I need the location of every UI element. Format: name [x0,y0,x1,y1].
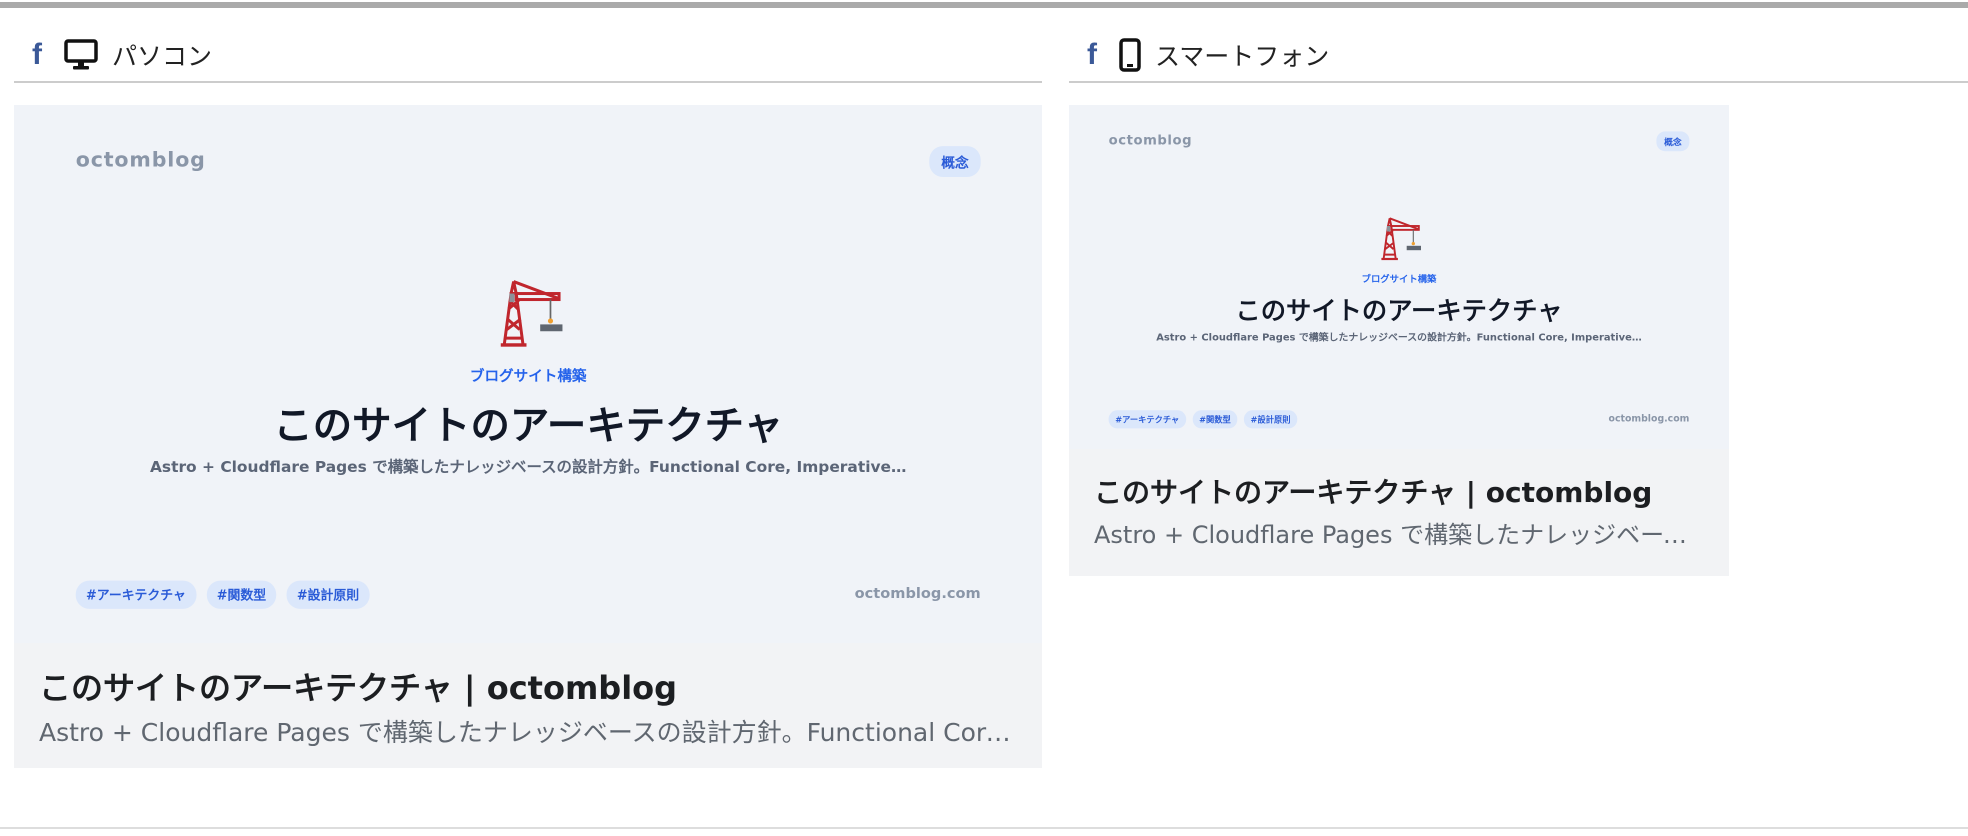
preview-meta: このサイトのアーキテクチャ | octomblog Astro + Cloudf… [1069,449,1729,550]
section-header: f パソコン [14,28,1042,83]
monitor-icon [64,38,98,69]
og-domain: octomblog.com [1608,413,1690,424]
smartphone-icon [1119,37,1141,72]
og-title: このサイトのアーキテクチャ [1235,295,1563,326]
facebook-icon: f [1087,37,1097,71]
top-divider [0,2,1968,8]
link-preview-card[interactable]: octomblog 概念 ブログサイト構築 このサイトのアーキテクチャ Astr… [14,105,1042,768]
og-tag: #関数型 [1192,410,1238,429]
og-tag: #設計原則 [286,580,370,609]
og-tag: #アーキテクチャ [1108,410,1186,429]
facebook-icon: f [32,37,42,71]
construction-crane-icon [1381,217,1421,261]
section-title: パソコン [112,41,213,71]
construction-crane-icon [500,280,563,347]
smartphone-preview-section: f スマートフォン octomblog 概念 ブログサイト構築 このサイトのアー… [1069,28,1968,576]
og-badge: 概念 [1656,131,1690,152]
preview-title: このサイトのアーキテクチャ | octomblog [1094,476,1653,509]
section-header: f スマートフォン [1069,28,1968,83]
og-image: octomblog 概念 ブログサイト構築 このサイトのアーキテクチャ Astr… [14,105,1042,643]
preview-title: このサイトのアーキテクチャ | octomblog [39,669,678,707]
section-title: スマートフォン [1155,41,1330,71]
og-domain: octomblog.com [854,584,981,603]
og-brand: octomblog [75,147,206,172]
og-description: Astro + Cloudflare Pages で構築したナレッジベースの設計… [1156,331,1642,344]
og-tag: #アーキテクチャ [75,580,197,609]
preview-description: Astro + Cloudflare Pages で構築したナレッジベースの設計… [39,718,1017,747]
desktop-preview-section: f パソコン octomblog 概念 ブログサイト構築 このサイトのアーキテク… [14,28,1042,768]
og-tags: #アーキテクチャ #関数型 #設計原則 [1108,410,1298,429]
og-title: このサイトのアーキテクチャ [273,402,784,449]
preview-meta: このサイトのアーキテクチャ | octomblog Astro + Cloudf… [14,643,1042,749]
og-category: ブログサイト構築 [1361,273,1437,285]
og-tag: #設計原則 [1243,410,1298,429]
link-preview-card[interactable]: octomblog 概念 ブログサイト構築 このサイトのアーキテクチャ Astr… [1069,105,1729,576]
og-description: Astro + Cloudflare Pages で構築したナレッジベースの設計… [149,458,907,477]
preview-description: Astro + Cloudflare Pages で構築したナレッジベースの設計… [1094,521,1704,549]
og-category: ブログサイト構築 [469,368,587,386]
og-tag: #関数型 [206,580,277,609]
og-image: octomblog 概念 ブログサイト構築 このサイトのアーキテクチャ Astr… [1069,105,1729,449]
bottom-divider [0,827,1968,829]
og-brand: octomblog [1108,132,1193,148]
og-tags: #アーキテクチャ #関数型 #設計原則 [75,580,370,609]
og-badge: 概念 [929,146,981,177]
